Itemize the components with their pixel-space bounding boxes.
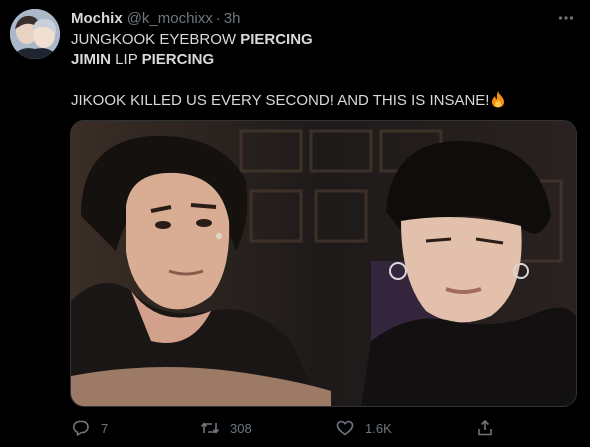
display-name[interactable]: Mochix	[71, 10, 123, 27]
retweet-count: 308	[230, 420, 252, 436]
more-icon[interactable]	[556, 8, 576, 28]
heart-icon	[335, 418, 355, 438]
reply-icon	[71, 418, 91, 438]
tweet-text-line-2: JIMIN LIP PIERCING	[71, 51, 215, 68]
share-icon	[475, 418, 495, 438]
tweet-text-line-1: JUNGKOOK EYEBROW PIERCING	[71, 31, 313, 48]
tweet-actions: 7 308 1.6K	[71, 416, 501, 440]
like-count: 1.6K	[365, 420, 392, 436]
reply-count: 7	[101, 420, 109, 436]
share-button[interactable]	[475, 418, 495, 438]
tweet-text: JUNGKOOK EYEBROW PIERCING JIMIN LIP PIER…	[71, 30, 576, 110]
timestamp[interactable]: 3h	[224, 10, 241, 27]
reply-button[interactable]: 7	[71, 418, 108, 438]
user-handle[interactable]: @k_mochixx	[127, 10, 213, 27]
separator-dot: ·	[215, 9, 221, 27]
tweet-photo[interactable]	[70, 120, 577, 407]
tweet[interactable]: Mochix @k_mochixx · 3h JUNGKOOK EYEBROW …	[0, 0, 590, 447]
fire-emoji	[490, 90, 506, 114]
avatar[interactable]	[10, 9, 60, 59]
retweet-icon	[200, 418, 220, 438]
tweet-header: Mochix @k_mochixx · 3h	[71, 8, 576, 28]
tweet-text-line-3: JIKOOK KILLED US EVERY SECOND! AND THIS …	[71, 90, 576, 110]
like-button[interactable]: 1.6K	[335, 418, 392, 438]
retweet-button[interactable]: 308	[200, 418, 252, 438]
